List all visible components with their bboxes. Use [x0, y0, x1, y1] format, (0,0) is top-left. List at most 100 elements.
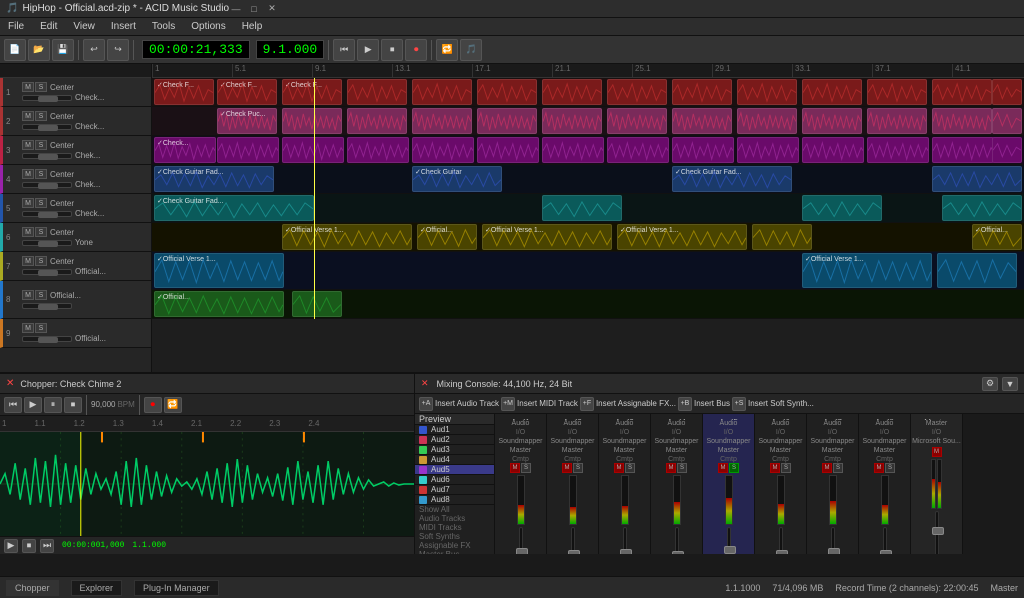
chopper-loop[interactable]: 🔁 [164, 397, 182, 413]
mixer-track-aud4[interactable]: Aud4 [415, 455, 494, 465]
track-row-2[interactable]: ✓Check Puc... [152, 107, 1024, 136]
clip-3-12[interactable] [867, 137, 929, 163]
track-mute-8[interactable]: M [22, 290, 34, 300]
chopper-footer-prev[interactable]: ⏭ [40, 539, 54, 553]
clip-1-12[interactable] [867, 79, 927, 105]
track-volume-9[interactable] [22, 336, 72, 342]
clip-6-5[interactable] [752, 224, 812, 250]
stop-button[interactable]: ⏹ [381, 39, 403, 61]
clip-2-7[interactable] [607, 108, 667, 134]
aud5-solo[interactable]: S [729, 463, 739, 473]
chopper-pause[interactable]: ⏸ [44, 397, 62, 413]
loop-button[interactable]: 🔁 [436, 39, 458, 61]
clip-7-1[interactable]: ✓Official Verse 1... [154, 253, 284, 288]
aud7-solo[interactable]: S [833, 463, 843, 473]
aud4-mute[interactable]: M [666, 463, 676, 473]
mixer-track-aud7[interactable]: Aud7 [415, 485, 494, 495]
clip-1-5[interactable] [412, 79, 472, 105]
track-row-4[interactable]: ✓Check Guitar Fad... ✓Check Guitar ✓Chec… [152, 165, 1024, 194]
new-button[interactable]: 📄 [4, 39, 26, 61]
chopper-content[interactable] [0, 432, 414, 536]
menu-view[interactable]: View [69, 21, 99, 32]
mixer-menu[interactable]: ▼ [1002, 377, 1018, 391]
mixer-assignable-fx[interactable]: Assignable FX [415, 541, 494, 550]
clip-4-1[interactable]: ✓Check Guitar Fad... [154, 166, 274, 192]
clip-2-11[interactable] [867, 108, 927, 134]
clip-6-6[interactable]: ✓Official... [972, 224, 1022, 250]
track-mute-7[interactable]: M [22, 256, 34, 266]
aud6-solo[interactable]: S [781, 463, 791, 473]
mixer-insert-soft[interactable]: +S [732, 397, 746, 411]
track-volume-8[interactable] [22, 303, 72, 309]
aud8-solo[interactable]: S [885, 463, 895, 473]
aud2-fader[interactable] [571, 527, 575, 554]
mixer-insert-midi[interactable]: +M [501, 397, 515, 411]
mixer-audio-tracks[interactable]: Audio Tracks [415, 514, 494, 523]
track-solo-3[interactable]: S [35, 140, 47, 150]
track-row-5[interactable]: ✓Check Guitar Fad... [152, 194, 1024, 223]
mixer-track-aud5[interactable]: Aud5 [415, 465, 494, 475]
aud2-solo[interactable]: S [573, 463, 583, 473]
track-row-8[interactable]: ✓Official... [152, 290, 1024, 319]
mixer-track-aud2[interactable]: Aud2 [415, 435, 494, 445]
track-row-3[interactable]: ✓Check... [152, 136, 1024, 165]
mixer-settings[interactable]: ⚙ [982, 377, 998, 391]
clip-3-5[interactable] [412, 137, 474, 163]
master-fader[interactable] [935, 511, 939, 554]
mixer-insert-bus[interactable]: +B [678, 397, 692, 411]
aud3-solo[interactable]: S [625, 463, 635, 473]
mixer-midi-tracks[interactable]: MIDI Tracks [415, 523, 494, 532]
aud1-fader[interactable] [519, 527, 523, 554]
mixer-close[interactable]: ✕ [421, 378, 429, 389]
track-solo-6[interactable]: S [35, 227, 47, 237]
chopper-stop[interactable]: ⏹ [64, 397, 82, 413]
track-mute-2[interactable]: M [22, 111, 34, 121]
mixer-track-aud3[interactable]: Aud3 [415, 445, 494, 455]
timeline-area[interactable]: 1 5.1 9.1 13.1 17.1 21.1 25.1 29.1 33.1 … [152, 64, 1024, 372]
track-mute-3[interactable]: M [22, 140, 34, 150]
clip-5-1[interactable]: ✓Check Guitar Fad... [154, 195, 314, 221]
maximize-button[interactable]: □ [247, 2, 261, 16]
chopper-record[interactable]: ⏺ [144, 397, 162, 413]
aud3-fader[interactable] [623, 527, 627, 554]
aud2-mute[interactable]: M [562, 463, 572, 473]
minimize-button[interactable]: — [229, 2, 243, 16]
clip-2-8[interactable] [672, 108, 732, 134]
clip-3-11[interactable] [802, 137, 864, 163]
clip-4-4[interactable] [932, 166, 1022, 192]
mixer-track-aud6[interactable]: Aud6 [415, 475, 494, 485]
play-button[interactable]: ▶ [357, 39, 379, 61]
track-solo-7[interactable]: S [35, 256, 47, 266]
clip-3-14[interactable] [992, 137, 1022, 163]
menu-options[interactable]: Options [187, 21, 229, 32]
mixer-insert-fx[interactable]: +F [580, 397, 594, 411]
menu-edit[interactable]: Edit [36, 21, 61, 32]
clip-2-9[interactable] [737, 108, 797, 134]
clip-6-4[interactable]: ✓Official Verse 1... [617, 224, 747, 250]
chopper-close[interactable]: ✕ [6, 378, 14, 389]
clip-3-13[interactable] [932, 137, 994, 163]
tab-chopper[interactable]: Chopper [6, 580, 59, 596]
menu-tools[interactable]: Tools [148, 21, 179, 32]
clip-2-5[interactable] [477, 108, 537, 134]
clip-6-3[interactable]: ✓Official Verse 1... [482, 224, 612, 250]
track-volume-1[interactable] [22, 95, 72, 101]
clip-7-2[interactable]: ✓Official Verse 1... [802, 253, 932, 288]
track-volume-4[interactable] [22, 182, 72, 188]
track-volume-6[interactable] [22, 240, 72, 246]
clip-1-3[interactable]: ✓Check F... [282, 79, 342, 105]
track-row-1[interactable]: ✓Check F... ✓Check F... ✓Check F... [152, 78, 1024, 107]
clip-1-7[interactable] [542, 79, 602, 105]
aud1-solo[interactable]: S [521, 463, 531, 473]
track-solo-9[interactable]: S [35, 323, 47, 333]
clip-1-9[interactable] [672, 79, 732, 105]
clip-8-1[interactable]: ✓Official... [154, 291, 284, 317]
chopper-rewind[interactable]: ⏮ [4, 397, 22, 413]
track-row-7[interactable]: ✓Official Verse 1... ✓Official Verse 1..… [152, 252, 1024, 290]
menu-help[interactable]: Help [238, 21, 267, 32]
track-mute-9[interactable]: M [22, 323, 34, 333]
track-mute-5[interactable]: M [22, 198, 34, 208]
mixer-show-all[interactable]: Show All [415, 505, 494, 514]
chopper-footer-play[interactable]: ▶ [4, 539, 18, 553]
clip-5-4[interactable] [942, 195, 1022, 221]
